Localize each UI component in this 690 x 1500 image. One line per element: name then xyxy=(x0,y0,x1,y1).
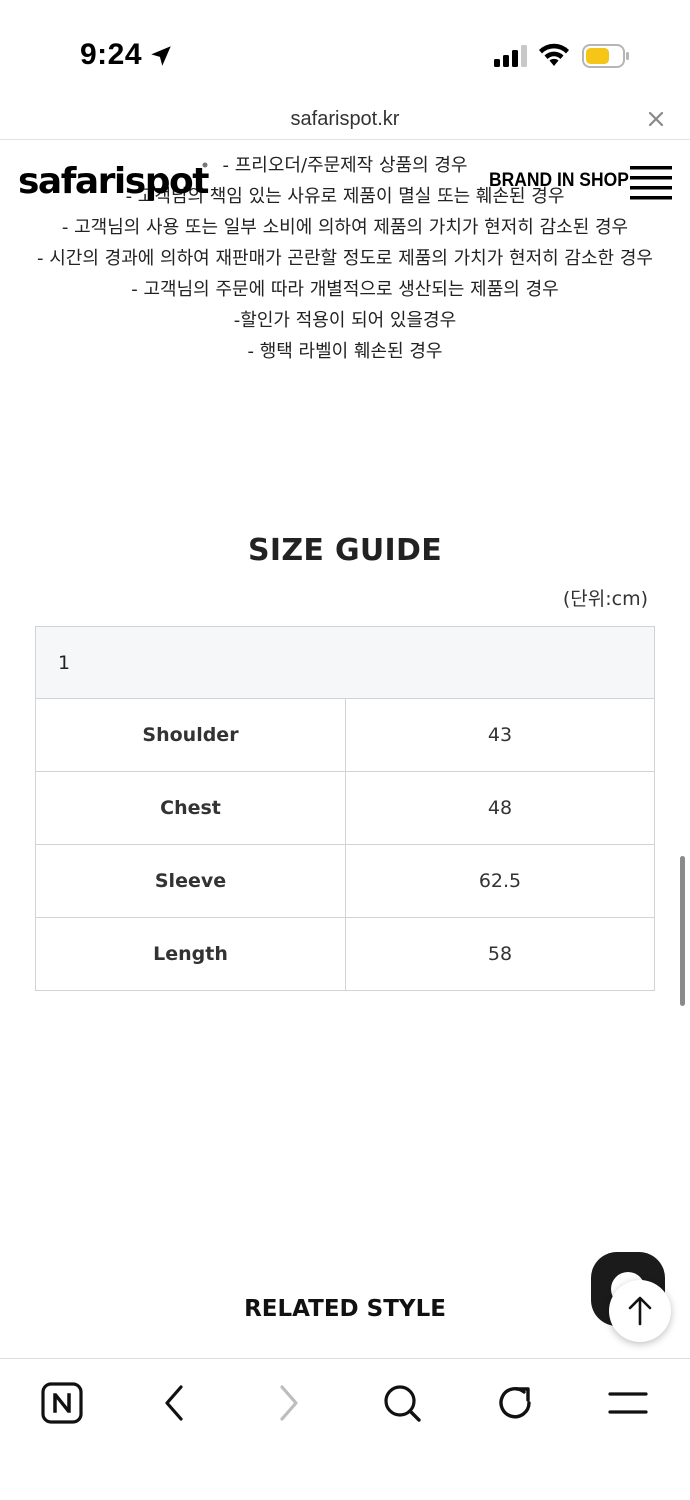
scrollbar[interactable] xyxy=(680,856,685,1006)
notice-line: - 고객님의 주문에 따라 개별적으로 생산되는 제품의 경우 xyxy=(131,279,559,300)
table-row: Chest 48 xyxy=(35,771,655,845)
table-row: Sleeve 62.5 xyxy=(35,844,655,918)
logo-registered-icon xyxy=(202,162,208,168)
battery-icon xyxy=(582,44,629,68)
size-header-cell: 1 xyxy=(35,626,655,699)
site-logo[interactable]: safarispot xyxy=(18,162,209,202)
size-guide-title: SIZE GUIDE xyxy=(247,533,442,568)
status-bar: 9:24 xyxy=(0,0,690,100)
measurement-value: 58 xyxy=(345,917,655,991)
scroll-to-top-button[interactable] xyxy=(609,1280,671,1342)
browser-toolbar xyxy=(0,1358,690,1500)
brand-in-shop-link[interactable]: BRAND IN SHOP xyxy=(489,170,629,192)
menu-icon[interactable] xyxy=(606,1381,650,1425)
measurement-label: Chest xyxy=(35,771,346,845)
measurement-label: Length xyxy=(35,917,346,991)
close-icon[interactable] xyxy=(645,108,667,130)
measurement-value: 62.5 xyxy=(345,844,655,918)
status-time: 9:24 xyxy=(80,38,143,71)
forward-icon[interactable] xyxy=(266,1381,310,1425)
unit-label: (단위:cm) xyxy=(562,588,648,610)
site-header: safarispot BRAND IN SHOP xyxy=(0,150,690,210)
url-bar[interactable]: safarispot.kr xyxy=(0,100,690,140)
notice-line: - 행택 라벨이 훼손된 경우 xyxy=(247,341,443,362)
notice-line: - 시간의 경과에 의하여 재판매가 곤란할 정도로 제품의 가치가 현저히 감… xyxy=(37,248,653,269)
wifi-icon xyxy=(539,43,569,66)
hamburger-menu-icon[interactable] xyxy=(628,164,674,200)
measurement-label: Sleeve xyxy=(35,844,346,918)
related-style-title: RELATED STYLE xyxy=(244,1296,446,1322)
location-arrow-icon xyxy=(151,46,171,66)
table-header-row: 1 xyxy=(35,626,655,699)
back-icon[interactable] xyxy=(153,1381,197,1425)
measurement-label: Shoulder xyxy=(35,698,346,772)
cellular-signal-icon xyxy=(494,45,527,67)
measurement-value: 48 xyxy=(345,771,655,845)
search-icon[interactable] xyxy=(380,1381,424,1425)
url-domain[interactable]: safarispot.kr xyxy=(0,108,690,131)
naver-icon[interactable] xyxy=(40,1381,84,1425)
size-guide-table: 1 Shoulder 43 Chest 48 Sleeve 62.5 Lengt… xyxy=(35,626,655,991)
measurement-value: 43 xyxy=(345,698,655,772)
table-row: Shoulder 43 xyxy=(35,698,655,772)
reload-icon[interactable] xyxy=(493,1381,537,1425)
notice-line: -할인가 적용이 되어 있을경우 xyxy=(233,310,457,331)
table-row: Length 58 xyxy=(35,917,655,991)
arrow-up-icon xyxy=(628,1296,652,1326)
notice-line: - 고객님의 사용 또는 일부 소비에 의하여 제품의 가치가 현저히 감소된 … xyxy=(61,217,629,238)
